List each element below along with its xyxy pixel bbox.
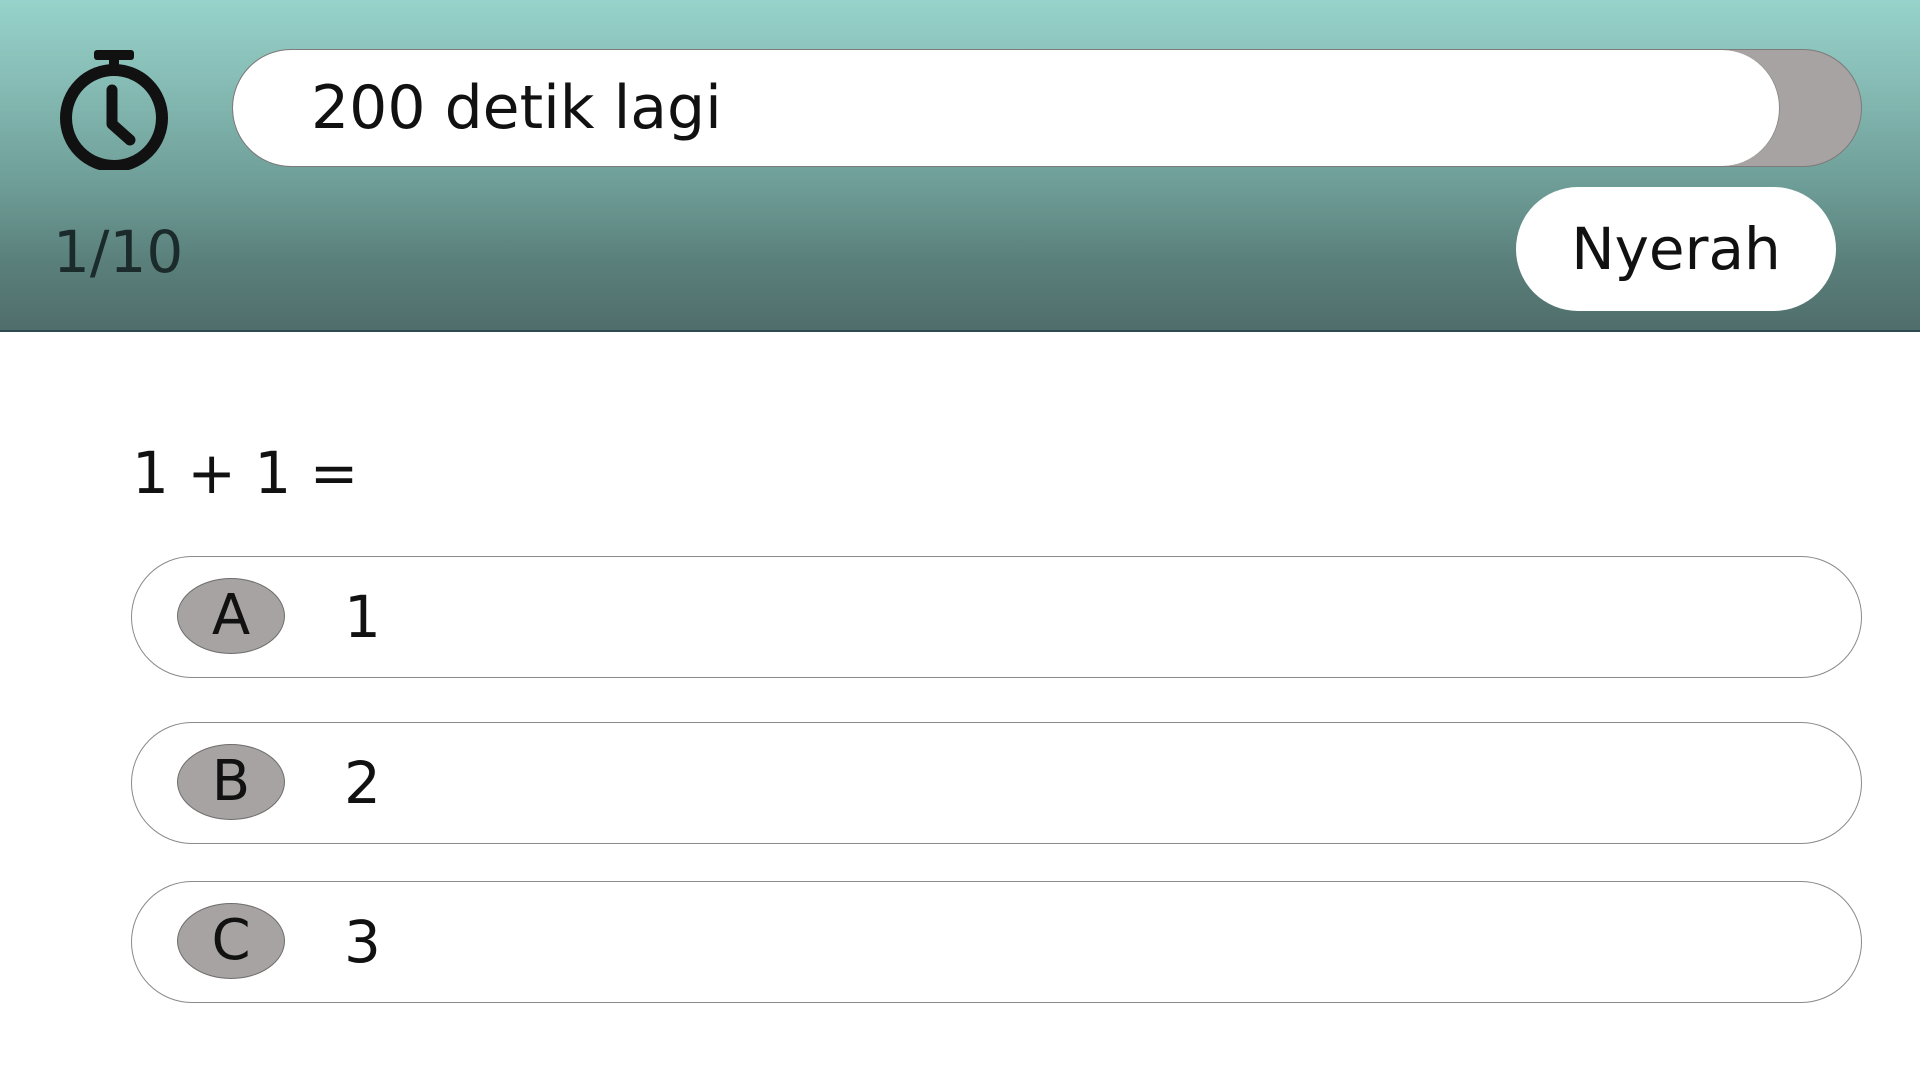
option-letter-badge: B — [177, 744, 285, 820]
question-counter: 1/10 — [53, 218, 184, 286]
quiz-header: 200 detik lagi 1/10 Nyerah — [0, 0, 1920, 332]
answer-option-a[interactable]: A 1 — [131, 556, 1862, 678]
option-letter-badge: A — [177, 578, 285, 654]
option-text: 1 — [344, 583, 381, 651]
give-up-button[interactable]: Nyerah — [1516, 187, 1836, 311]
option-text: 3 — [344, 908, 381, 976]
timer-label: 200 detik lagi — [311, 73, 722, 143]
stopwatch-icon — [60, 50, 168, 170]
option-text: 2 — [344, 749, 381, 817]
answer-option-b[interactable]: B 2 — [131, 722, 1862, 844]
option-letter-badge: C — [177, 903, 285, 979]
answer-option-c[interactable]: C 3 — [131, 881, 1862, 1003]
question-text: 1 + 1 = — [132, 439, 359, 507]
timer-progress-bar: 200 detik lagi — [232, 49, 1862, 167]
